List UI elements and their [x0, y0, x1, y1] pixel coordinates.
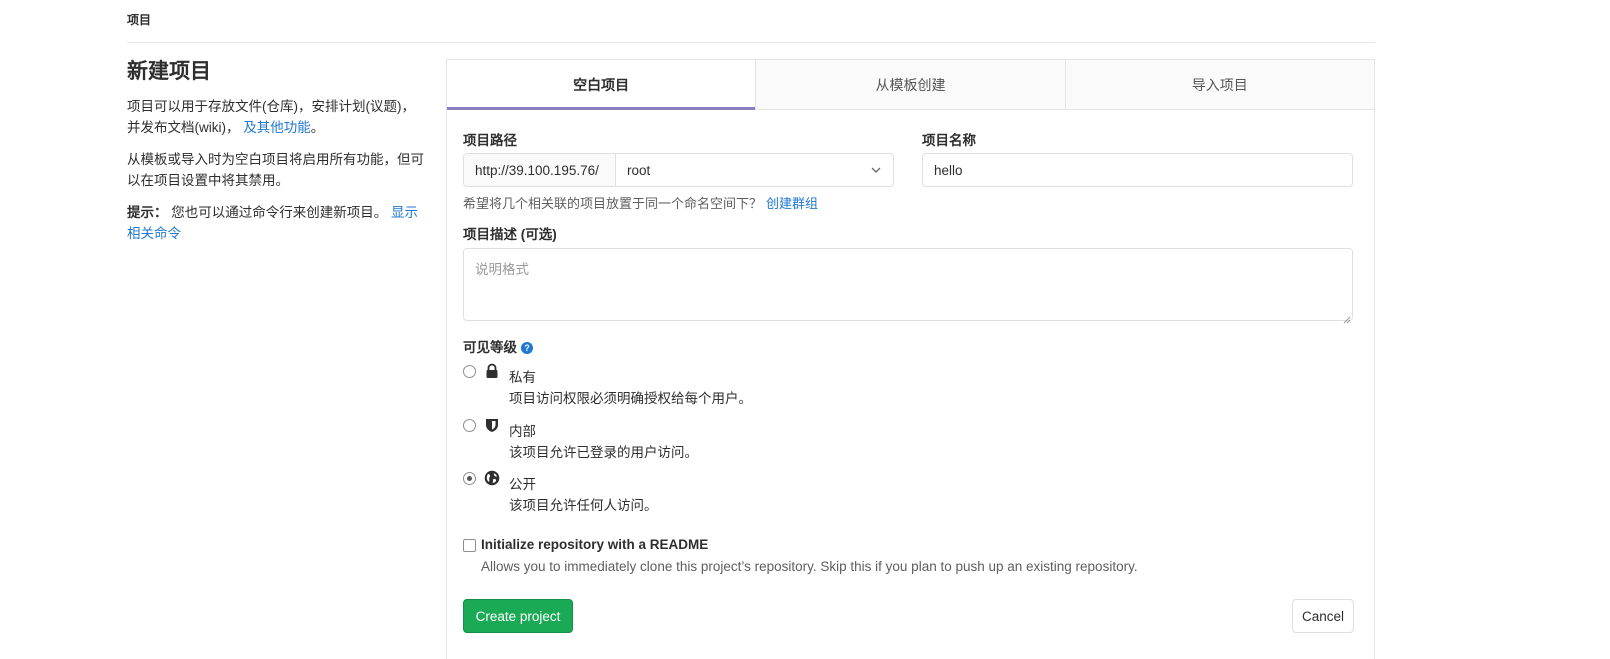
page-title: 新建项目	[127, 60, 211, 83]
private-title: 私有	[509, 370, 536, 385]
resize-grip-icon[interactable]	[1343, 311, 1351, 324]
project-path-group: http://39.100.195.76/ root	[463, 153, 894, 187]
namespace-select[interactable]: root	[616, 154, 893, 186]
globe-icon	[484, 470, 500, 486]
internal-title: 内部	[509, 424, 536, 439]
namespace-help: 希望将几个相关联的项目放置于同一个命名空间下？ 创建群组	[463, 193, 818, 212]
template-note: 从模板或导入时为空白项目将启用所有功能，但可以在项目设置中将其禁用。	[127, 152, 424, 188]
public-title: 公开	[509, 477, 536, 492]
private-radio[interactable]	[463, 365, 476, 378]
private-description: 项目访问权限必须明确授权给每个用户。	[509, 391, 752, 406]
visibility-label: 可见等级?	[463, 336, 533, 356]
create-group-link[interactable]: 创建群组	[766, 196, 818, 211]
visibility-option-internal[interactable]: 内部 该项目允许已登录的用户访问。	[463, 419, 1063, 463]
description-textarea[interactable]	[463, 248, 1353, 321]
readme-label[interactable]: Initialize repository with a README	[481, 537, 708, 552]
project-name-label: 项目名称	[922, 133, 976, 148]
tip-paragraph: 提示： 您也可以通过命令行来创建新项目。 显示相关命令	[127, 202, 427, 244]
visibility-label-text: 可见等级	[463, 340, 517, 355]
project-type-tabs: 空白项目 从模板创建 导入项目	[447, 60, 1374, 110]
header-divider	[127, 42, 1375, 43]
cancel-button[interactable]: Cancel	[1292, 599, 1354, 633]
path-prefix: http://39.100.195.76/	[464, 154, 616, 186]
shield-icon	[484, 417, 500, 433]
create-project-button[interactable]: Create project	[463, 599, 573, 633]
tab-blank-project[interactable]: 空白项目	[447, 60, 757, 110]
tip-label: 提示：	[127, 205, 168, 220]
readme-help-text: Allows you to immediately clone this pro…	[481, 559, 1138, 574]
public-radio[interactable]	[463, 472, 476, 485]
public-description: 该项目允许任何人访问。	[509, 498, 658, 513]
readme-checkbox[interactable]	[463, 539, 476, 552]
tip-text: 您也可以通过命令行来创建新项目。	[171, 205, 388, 220]
project-path-label: 项目路径	[463, 133, 517, 148]
internal-radio[interactable]	[463, 419, 476, 432]
tab-from-template[interactable]: 从模板创建	[756, 60, 1066, 109]
project-name-input[interactable]	[922, 153, 1353, 187]
internal-description: 该项目允许已登录的用户访问。	[509, 445, 698, 460]
help-icon[interactable]: ?	[521, 342, 533, 354]
namespace-value: root	[627, 162, 651, 178]
description-label: 项目描述 (可选)	[463, 227, 557, 242]
intro-column: 新建项目 项目可以用于存放文件(仓库)，安排计划(议题)，并发布文档(wiki)…	[127, 58, 427, 255]
intro-paragraph: 项目可以用于存放文件(仓库)，安排计划(议题)，并发布文档(wiki)， 及其他…	[127, 96, 427, 138]
lock-icon	[484, 363, 500, 379]
tab-import-project[interactable]: 导入项目	[1066, 60, 1374, 109]
new-project-panel: 空白项目 从模板创建 导入项目 项目路径 项目名称 http://39.100.…	[446, 59, 1375, 659]
more-features-link[interactable]: 及其他功能	[243, 120, 311, 135]
intro-period: 。	[310, 120, 325, 135]
chevron-down-icon	[870, 164, 882, 176]
namespace-help-text: 希望将几个相关联的项目放置于同一个命名空间下？	[463, 196, 763, 211]
breadcrumb[interactable]: 项目	[127, 11, 151, 28]
visibility-option-public[interactable]: 公开 该项目允许任何人访问。	[463, 470, 1063, 516]
visibility-option-private[interactable]: 私有 项目访问权限必须明确授权给每个用户。	[463, 363, 1063, 409]
